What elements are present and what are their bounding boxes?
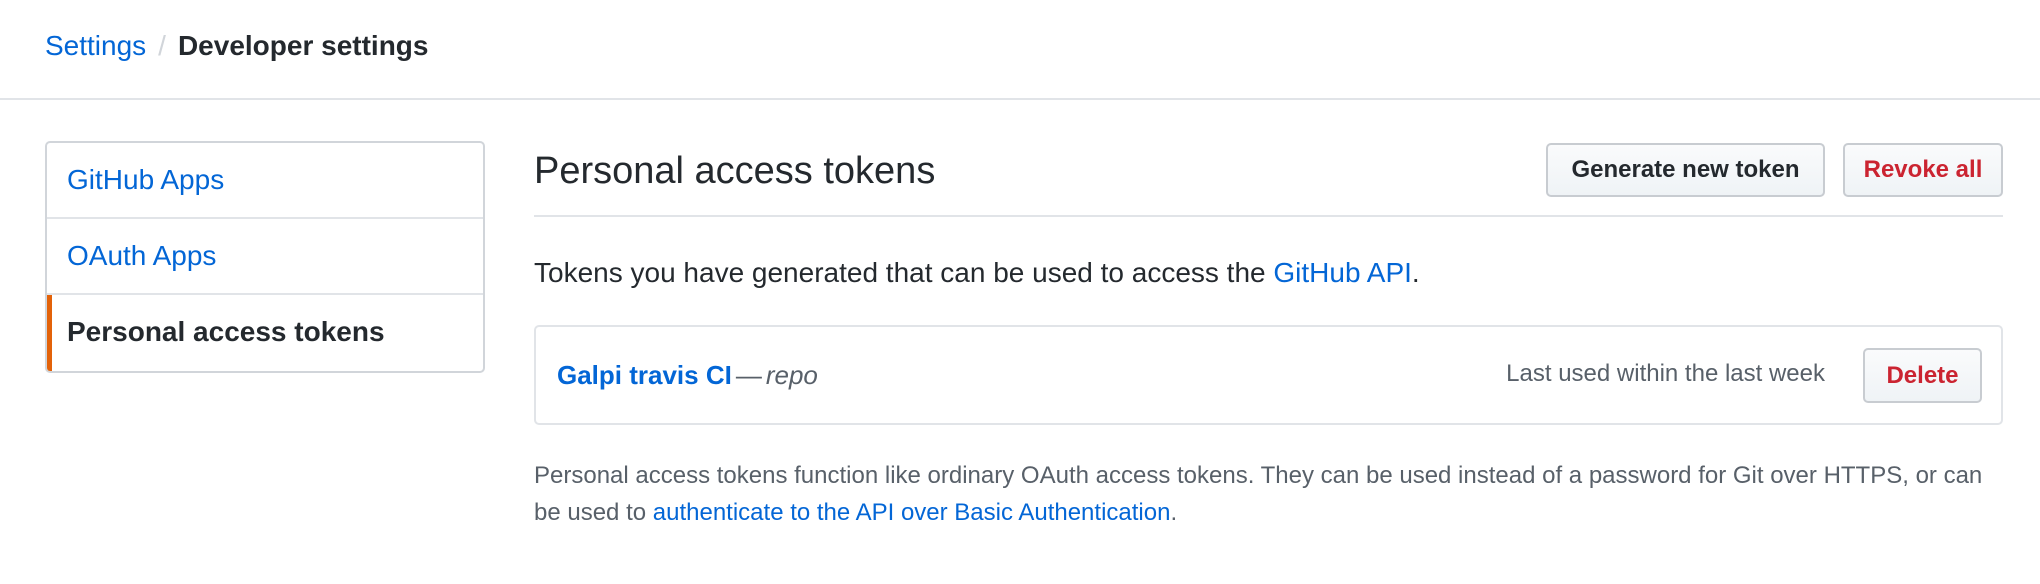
tokens-note: Personal access tokens function like ord… xyxy=(534,457,2003,531)
main-content: Personal access tokens Generate new toke… xyxy=(534,141,2003,526)
description-suffix: . xyxy=(1411,257,1420,288)
breadcrumb-separator: / xyxy=(158,30,166,61)
sidebar-item-personal-access-tokens[interactable]: Personal access tokens xyxy=(47,295,483,371)
token-separator: — xyxy=(735,360,762,390)
token-title: Galpi travis CI — repo xyxy=(557,357,818,393)
basic-auth-link[interactable]: authenticate to the API over Basic Authe… xyxy=(653,499,1171,526)
token-scope: repo xyxy=(765,360,818,390)
sidebar-item-oauth-apps[interactable]: OAuth Apps xyxy=(47,219,483,295)
page-title: Personal access tokens xyxy=(534,150,936,192)
page-header: Settings / Developer settings xyxy=(0,0,2040,100)
sidebar-item-github-apps[interactable]: GitHub Apps xyxy=(47,143,483,219)
breadcrumb-settings-link[interactable]: Settings xyxy=(45,30,146,61)
tokens-description: Tokens you have generated that can be us… xyxy=(534,255,1420,291)
token-last-used: Last used within the last week xyxy=(1506,360,1825,387)
revoke-all-button[interactable]: Revoke all xyxy=(1843,143,2003,197)
token-name-link[interactable]: Galpi travis CI xyxy=(557,360,732,390)
subhead: Personal access tokens Generate new toke… xyxy=(534,141,2003,217)
note-suffix: . xyxy=(1170,499,1178,526)
token-list-item: Galpi travis CI — repo Last used within th… xyxy=(534,325,2003,425)
breadcrumb: Settings / Developer settings xyxy=(45,28,428,64)
github-api-link[interactable]: GitHub API xyxy=(1273,257,1412,288)
delete-token-button[interactable]: Delete xyxy=(1863,348,1982,403)
developer-settings-sidebar: GitHub Apps OAuth Apps Personal access t… xyxy=(45,141,485,373)
description-text: Tokens you have generated that can be us… xyxy=(534,257,1274,288)
generate-new-token-button[interactable]: Generate new token xyxy=(1546,143,1825,197)
breadcrumb-current: Developer settings xyxy=(177,30,429,61)
